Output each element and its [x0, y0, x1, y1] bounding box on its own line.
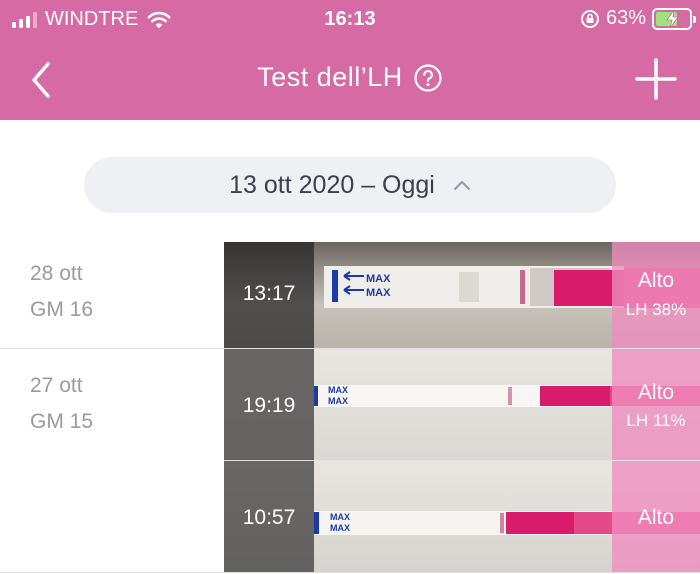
test-time: 10:57	[242, 506, 296, 529]
strip-max-label: MAX	[330, 512, 350, 522]
test-time: 19:19	[242, 394, 296, 417]
rotation-lock-icon	[580, 9, 599, 28]
test-photo-row[interactable]: MAX MAX 19:19 Alto LH 11%	[224, 349, 700, 460]
page-title: Test dell’LH	[257, 62, 403, 92]
strip-max-label: MAX	[328, 385, 348, 395]
strip-max-label: MAX	[366, 273, 391, 285]
test-photo-row[interactable]: MAX MAX 10:57 Alto	[224, 461, 700, 572]
lh-percent: LH 11%	[626, 411, 686, 430]
header: WINDTRE 16:13 63% Test dell’LH	[0, 0, 700, 120]
entry-cycle-day: GM 15	[30, 410, 94, 433]
strip-max-label: MAX	[330, 523, 350, 533]
test-time: 13:17	[242, 282, 296, 305]
strip-max-label: MAX	[328, 396, 348, 406]
test-photo-row[interactable]: MAX MAX 13:17 Alto LH 38%	[224, 242, 700, 348]
date-range-selector[interactable]: 13 ott 2020 – Oggi	[84, 157, 616, 213]
status-right: 63%	[580, 7, 696, 30]
test-result: Alto	[637, 269, 675, 292]
row-divider	[0, 572, 700, 573]
status-bar: WINDTRE 16:13 63%	[0, 0, 700, 40]
battery-percent: 63%	[605, 7, 646, 29]
test-result: Alto	[637, 506, 675, 529]
lh-test-screen: WINDTRE 16:13 63% Test dell’LH 13 ott 20…	[0, 0, 700, 574]
date-range-label: 13 ott 2020 – Oggi	[229, 170, 435, 199]
lh-percent: LH 38%	[625, 300, 687, 319]
battery-icon	[652, 7, 696, 30]
entry-date: 28 ott	[30, 262, 83, 285]
entry-cycle-day: GM 16	[30, 298, 94, 321]
test-result: Alto	[637, 381, 675, 404]
add-test-button[interactable]	[634, 57, 678, 101]
entry-date: 27 ott	[30, 374, 83, 397]
chevron-up-icon	[453, 180, 470, 191]
result-overlay	[612, 242, 700, 348]
help-circle-icon[interactable]	[413, 63, 443, 93]
nav-bar: Test dell’LH	[0, 40, 700, 120]
strip-max-label: MAX	[366, 287, 391, 299]
title-group: Test dell’LH	[0, 62, 700, 93]
